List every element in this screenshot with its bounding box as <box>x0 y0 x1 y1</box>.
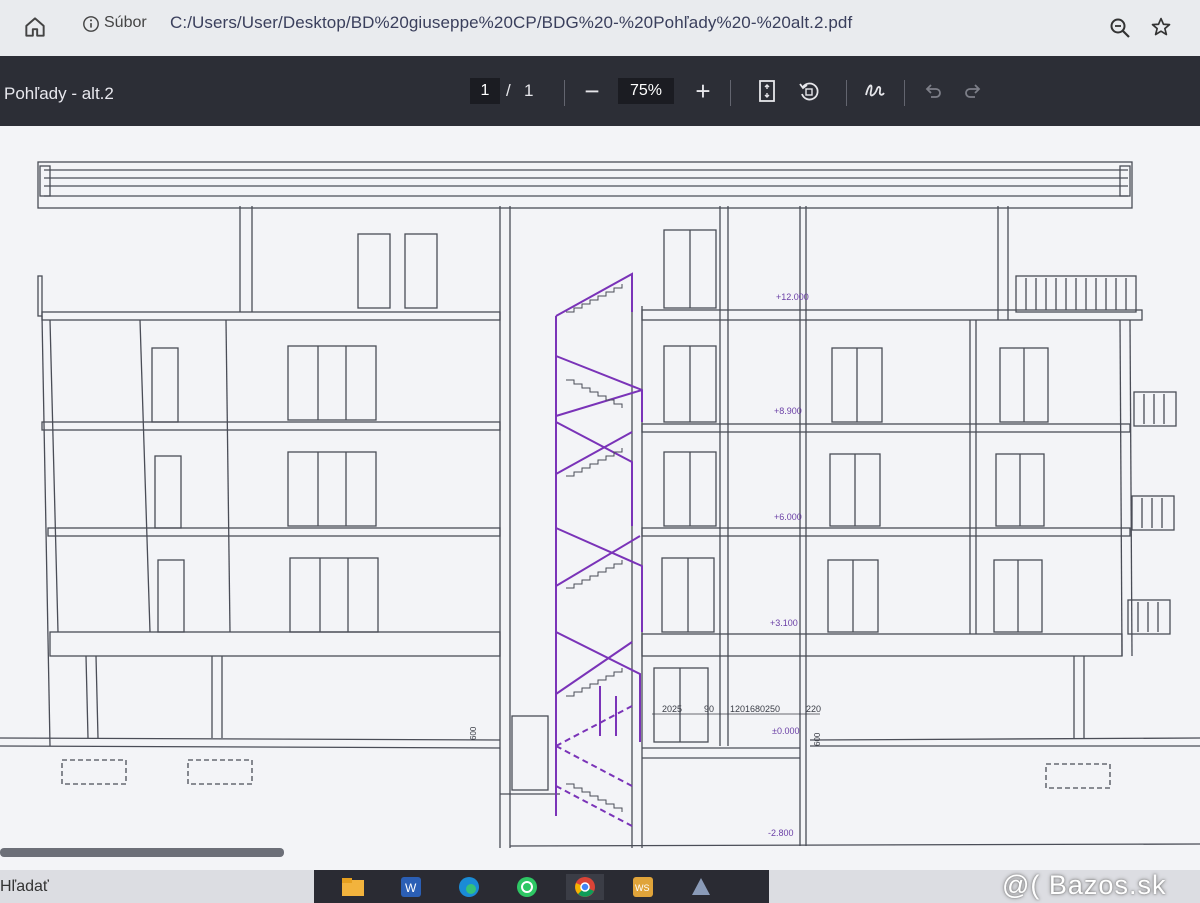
horizontal-scrollbar[interactable] <box>0 848 284 857</box>
word-icon[interactable]: W <box>392 874 430 900</box>
dimension-label: 600 <box>469 726 478 740</box>
pdf-document-area[interactable]: +12.000 +8.900 +6.000 +3.100 ±0.000 -2.8… <box>0 126 1200 870</box>
svg-text:W: W <box>405 881 417 895</box>
slab-level-4 <box>41 311 501 321</box>
taskbar: Hľadať W WS @( Bazos.sk <box>0 870 1200 903</box>
document-title: Pohľady - alt.2 <box>4 84 114 103</box>
url-field[interactable]: C:/Users/User/Desktop/BD%20giuseppe%20CP… <box>170 13 852 33</box>
level-label: +3.100 <box>770 618 798 628</box>
redo-icon <box>965 84 981 98</box>
file-label: Súbor <box>104 14 147 31</box>
undo-icon <box>925 84 941 98</box>
edge-icon[interactable] <box>450 874 488 900</box>
undo-button[interactable] <box>918 76 948 106</box>
level-label: ±0.000 <box>772 726 799 736</box>
address-bar: Súbor C:/Users/User/Desktop/BD%20giusepp… <box>0 0 1200 56</box>
slab-level-2 <box>47 527 501 537</box>
level-label: +8.900 <box>774 406 802 416</box>
toolbar-divider <box>564 80 565 106</box>
watermark: @( Bazos.sk <box>1002 870 1167 900</box>
wps-icon[interactable]: WS <box>624 874 662 900</box>
toolbar-divider <box>904 80 905 106</box>
dimension-label: 2025 <box>662 704 682 714</box>
structure-lines <box>0 161 1200 848</box>
rotate-button[interactable] <box>794 76 824 106</box>
level-label: +12.000 <box>776 292 809 302</box>
level-label: -2.800 <box>768 828 794 838</box>
fit-page-button[interactable] <box>752 76 782 106</box>
app-icon[interactable] <box>682 874 720 900</box>
redo-button[interactable] <box>958 76 988 106</box>
page-total: 1 <box>524 81 534 100</box>
page-number-input[interactable]: 1 <box>470 78 500 104</box>
draw-icon <box>865 84 885 97</box>
draw-button[interactable] <box>860 76 890 106</box>
dimension-label: 600 <box>813 732 822 746</box>
chrome-icon[interactable] <box>566 873 604 900</box>
slab-level-3 <box>41 421 501 431</box>
level-markers: +12.000 +8.900 +6.000 +3.100 ±0.000 -2.8… <box>768 292 809 838</box>
toolbar-divider <box>846 80 847 106</box>
dimension-label: 90 <box>704 704 714 714</box>
zoom-level-input[interactable]: 75% <box>618 78 674 104</box>
page-separator: / <box>506 81 511 100</box>
roof-slab <box>37 161 1133 209</box>
zoom-icon[interactable] <box>1108 16 1132 40</box>
info-icon[interactable] <box>82 15 100 33</box>
file-explorer-icon[interactable] <box>334 874 372 900</box>
zoom-in-button[interactable]: + <box>688 76 718 106</box>
staircase <box>555 272 643 827</box>
svg-text:WS: WS <box>635 883 650 893</box>
dimension-label: 1201680250 <box>730 704 780 714</box>
whatsapp-icon[interactable] <box>508 874 546 900</box>
home-icon[interactable] <box>22 14 48 40</box>
level-label: +6.000 <box>774 512 802 522</box>
favorite-star-icon[interactable] <box>1150 16 1172 38</box>
taskbar-apps: W WS <box>314 870 769 903</box>
taskbar-search[interactable]: Hľadať <box>0 878 49 896</box>
zoom-out-button[interactable]: − <box>577 76 607 106</box>
toolbar-divider <box>730 80 731 106</box>
dimension-label: 220 <box>806 704 821 714</box>
building-section-drawing: +12.000 +8.900 +6.000 +3.100 ±0.000 -2.8… <box>0 161 1200 848</box>
fit-page-icon <box>759 80 775 102</box>
dimension-labels: 2025 90 1201680250 220 600 600 <box>469 704 822 746</box>
pdf-toolbar: Pohľady - alt.2 1 / 1 − 75% + <box>0 56 1200 126</box>
slab-level-1 <box>49 631 501 657</box>
rotate-icon <box>799 82 819 101</box>
